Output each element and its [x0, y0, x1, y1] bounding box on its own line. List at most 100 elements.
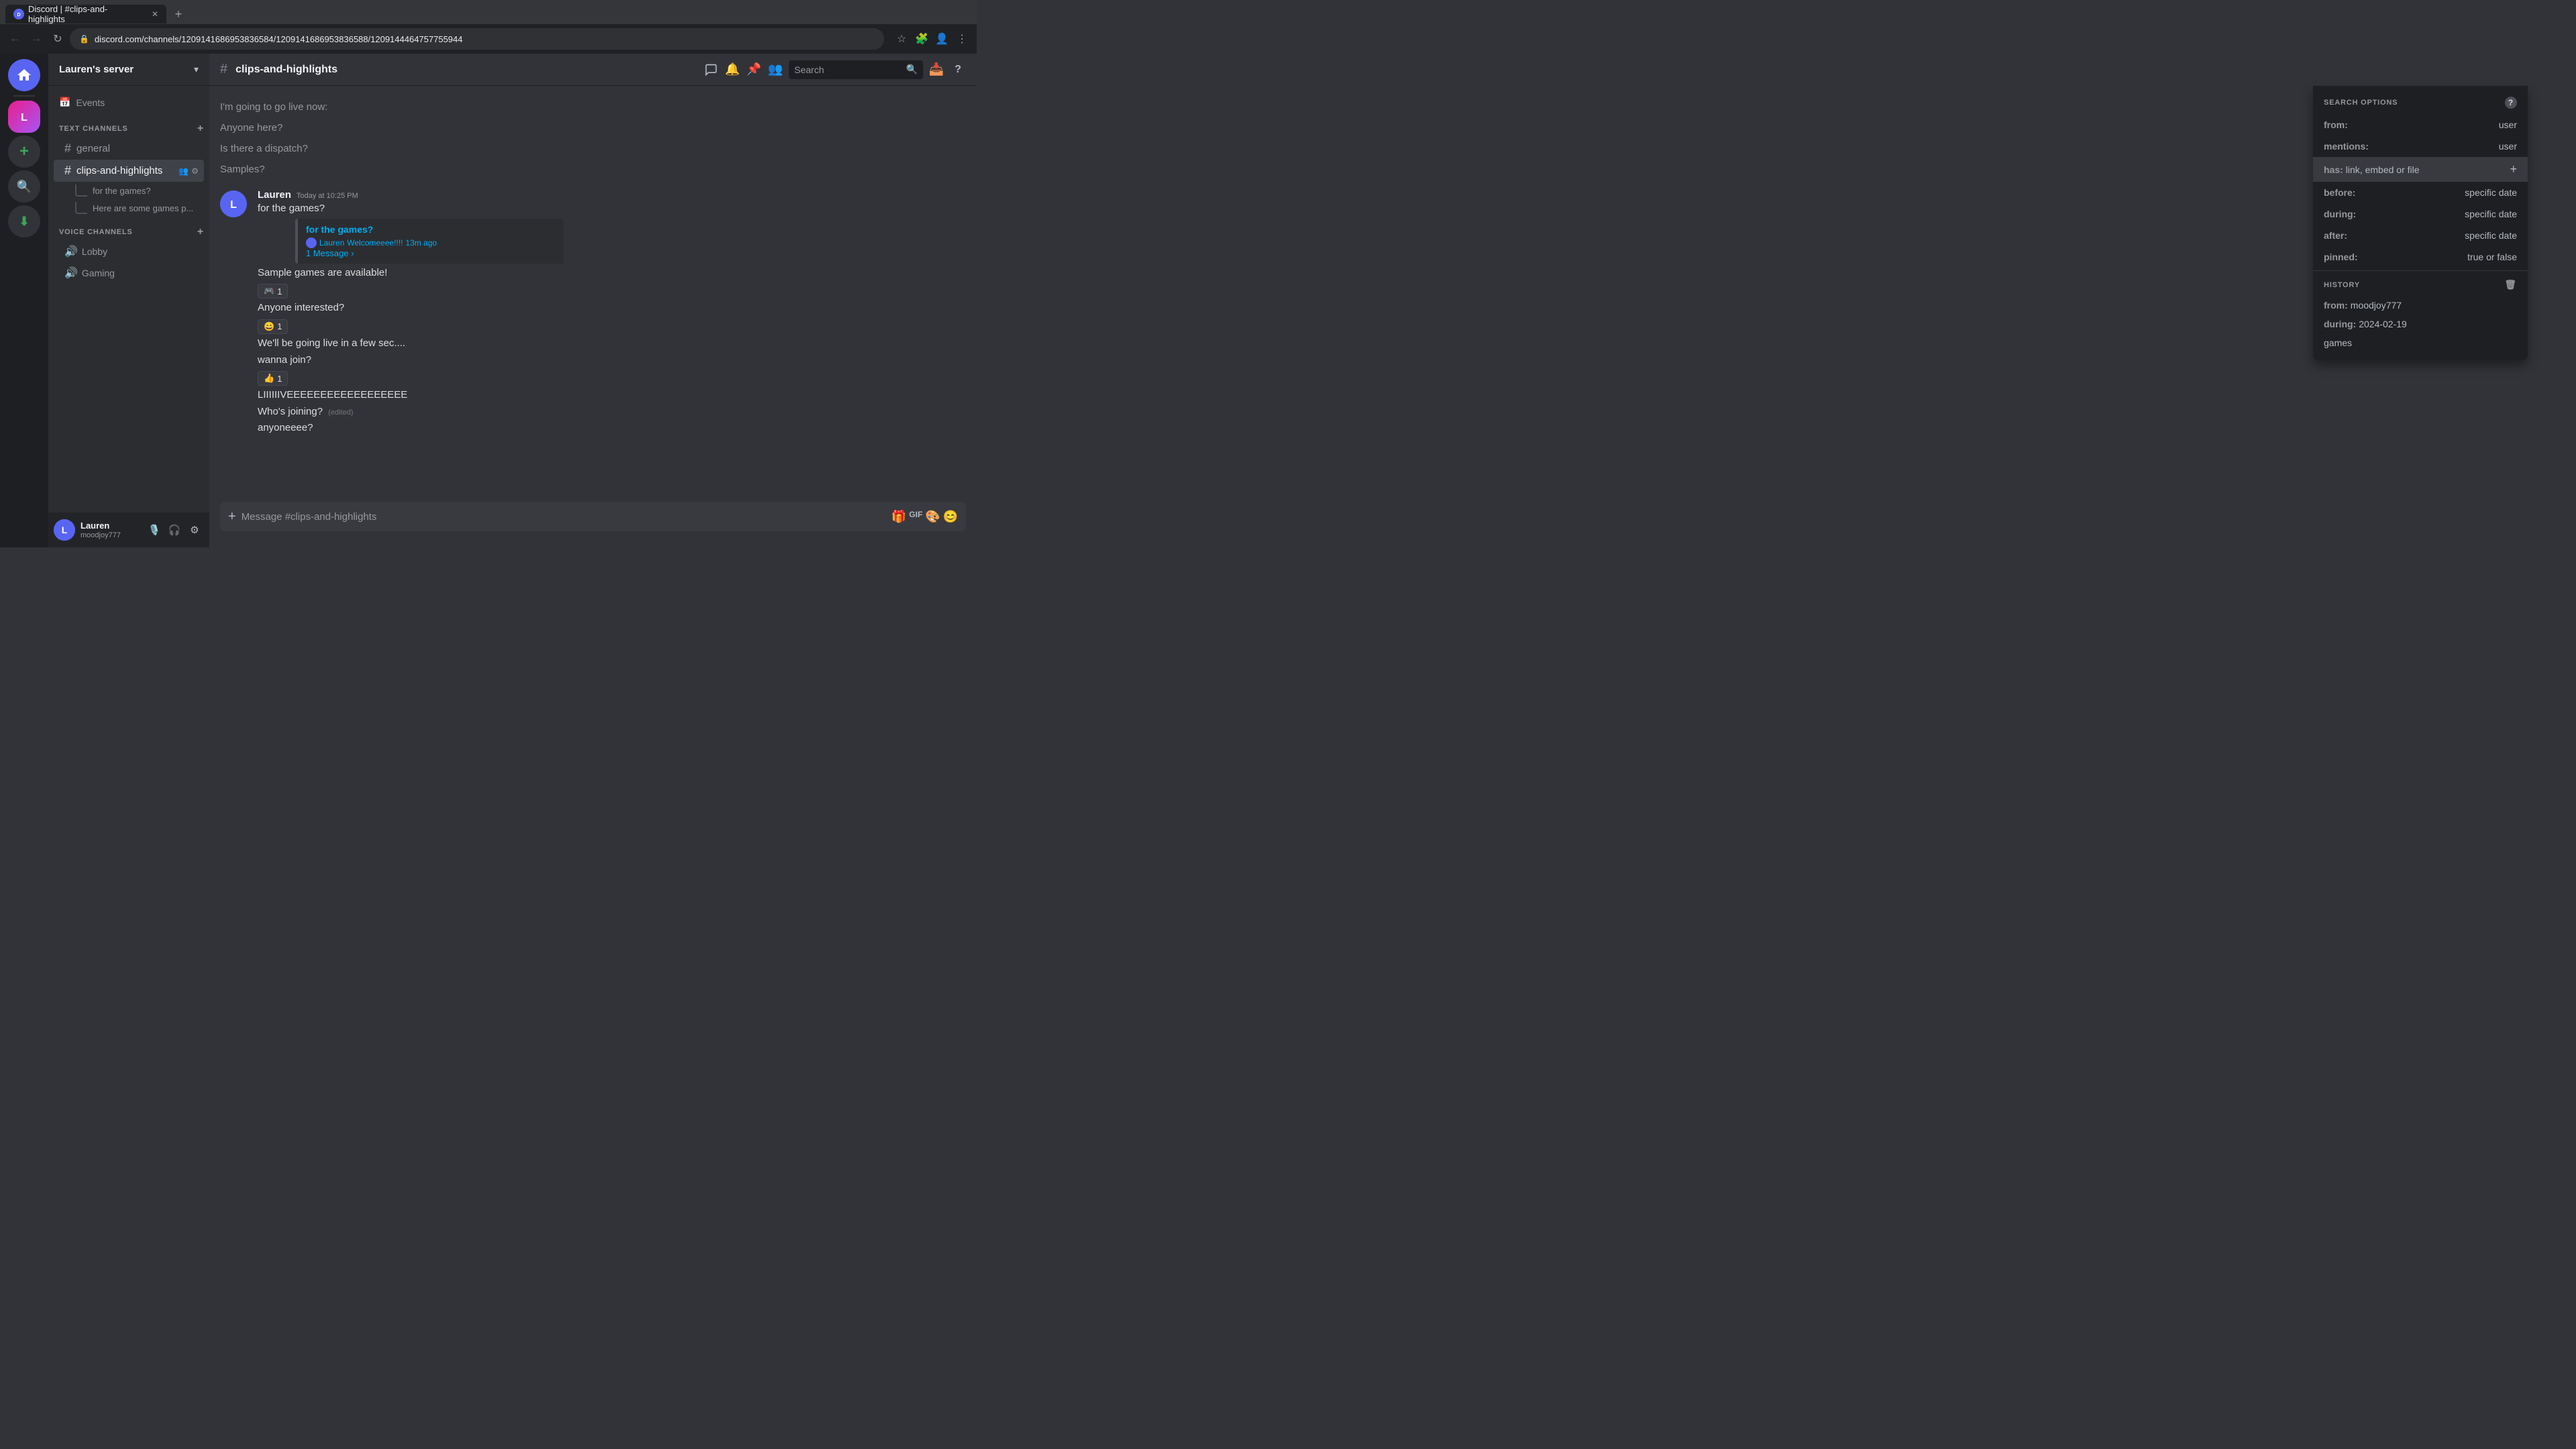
address-bar[interactable]: 🔒 discord.com/channels/12091416869538365… — [70, 28, 884, 50]
text-channels-label: TEXT CHANNELS — [59, 125, 128, 133]
channel-hash-icon: # — [220, 62, 227, 77]
svg-text:L: L — [62, 525, 68, 535]
back-button[interactable]: ← — [5, 30, 24, 48]
app: L + 🔍 ⬇ Lauren's server ▾ 📅 Events TEXT … — [0, 54, 977, 547]
emoji-button[interactable]: 😊 — [943, 510, 958, 524]
channel-icons: 👥 ⚙ — [178, 166, 199, 176]
reaction-thumbsup[interactable]: 👍 1 — [258, 371, 288, 386]
thread-embed: for the games? Lauren Welcomeeee!!!! 13m… — [295, 219, 564, 264]
text-channels-category[interactable]: TEXT CHANNELS + — [48, 113, 209, 138]
prev-message-3: Is there a dispatch? — [220, 138, 966, 159]
user-settings-button[interactable]: ⚙ — [185, 521, 204, 539]
browser-nav: ← → ↻ 🔒 discord.com/channels/12091416869… — [0, 24, 977, 54]
thread-name-1: for the games? — [93, 186, 151, 196]
members-button[interactable]: 👥 — [767, 62, 784, 78]
message-line-2: Sample games are available! — [258, 266, 966, 280]
message-line-4: We'll be going live in a few sec.... — [258, 337, 966, 351]
download-button[interactable]: ⬇ — [8, 205, 40, 237]
message-input: + 🎁 GIF 🎨 😊 — [220, 502, 966, 531]
server-header[interactable]: Lauren's server ▾ — [48, 54, 209, 86]
reaction-smile[interactable]: 😄 1 — [258, 319, 288, 334]
channel-clips-and-highlights[interactable]: # clips-and-highlights 👥 ⚙ — [54, 160, 204, 182]
add-attachment-button[interactable]: + — [228, 509, 236, 525]
pin-button[interactable]: 📌 — [746, 62, 762, 78]
server-list: L + 🔍 ⬇ — [0, 54, 48, 547]
add-server-button[interactable]: + — [8, 136, 40, 168]
thread-link[interactable]: Lauren Welcomeeee!!!! 13m ago — [306, 237, 555, 248]
thread-name-2: Here are some games p... — [93, 203, 193, 213]
input-actions: 🎁 GIF 🎨 😊 — [892, 510, 958, 524]
message-line-7: Who's joining? (edited) — [258, 405, 966, 419]
help-button[interactable]: ? — [950, 62, 966, 78]
gift-button[interactable]: 🎁 — [892, 510, 906, 524]
extensions-button[interactable]: 🧩 — [912, 30, 931, 48]
notifications-button[interactable]: 🔔 — [724, 62, 741, 78]
voice-channel-gaming[interactable]: 🔊 Gaming — [54, 262, 204, 284]
voice-channel-name-gaming: Gaming — [82, 268, 115, 278]
gif-button[interactable]: GIF — [909, 510, 922, 524]
svg-text:L: L — [21, 112, 28, 123]
main-area: # clips-and-highlights 🔔 📌 👥 🔍 📥 ? — [209, 54, 977, 547]
thread-title: for the games? — [306, 224, 555, 235]
channel-header-name: clips-and-highlights — [235, 64, 337, 76]
calendar-icon: 📅 — [59, 97, 70, 108]
reaction-count-2: 1 — [277, 321, 282, 331]
search-input[interactable] — [794, 64, 902, 75]
server-dropdown-icon: ▾ — [194, 64, 199, 75]
mute-button[interactable]: 🎙️ — [145, 521, 164, 539]
reaction-gamepad[interactable]: 🎮 1 — [258, 284, 288, 299]
message-line-1: for the games? — [258, 202, 966, 216]
deafen-button[interactable]: 🎧 — [165, 521, 184, 539]
tab-favicon: D — [13, 9, 24, 19]
thread-here-are-some-games[interactable]: Here are some games p... — [54, 199, 204, 217]
threads-button[interactable] — [703, 62, 719, 78]
inbox-button[interactable]: 📥 — [928, 62, 945, 78]
reload-button[interactable]: ↻ — [48, 30, 67, 48]
channel-sidebar: Lauren's server ▾ 📅 Events TEXT CHANNELS… — [48, 54, 209, 547]
add-voice-channel-button[interactable]: + — [197, 226, 204, 238]
members-icon: 👥 — [178, 166, 189, 176]
message-content: Lauren Today at 10:25 PM for the games? … — [258, 189, 966, 435]
add-text-channel-button[interactable]: + — [197, 123, 204, 135]
message-avatar: L — [220, 191, 247, 217]
channel-list: 📅 Events TEXT CHANNELS + # general # cli… — [48, 86, 209, 513]
reactions-1: 🎮 1 — [258, 282, 966, 299]
messages-area[interactable]: I'm going to go live now: Anyone here? I… — [209, 86, 977, 502]
svg-text:L: L — [230, 199, 237, 211]
user-display-name: Lauren — [80, 521, 140, 531]
user-tag: moodjoy777 — [80, 531, 140, 539]
prev-message-2: Anyone here? — [220, 117, 966, 138]
home-button[interactable] — [8, 59, 40, 91]
channel-general[interactable]: # general — [54, 138, 204, 160]
speaker-icon-2: 🔊 — [64, 266, 78, 280]
channel-header: # clips-and-highlights 🔔 📌 👥 🔍 📥 ? — [209, 54, 977, 86]
forward-button[interactable]: → — [27, 30, 46, 48]
hash-icon-active: # — [64, 164, 71, 178]
reactions-3: 👍 1 — [258, 370, 966, 386]
voice-channels-category[interactable]: VOICE CHANNELS + — [48, 217, 209, 241]
voice-channel-lobby[interactable]: 🔊 Lobby — [54, 241, 204, 262]
thread-message-link[interactable]: 1 Message › — [306, 248, 555, 258]
discover-button[interactable]: 🔍 — [8, 170, 40, 203]
search-bar[interactable]: 🔍 — [789, 60, 923, 79]
thread-reply-avatar — [306, 237, 317, 248]
profile-button[interactable]: 👤 — [932, 30, 951, 48]
events-item[interactable]: 📅 Events — [48, 91, 209, 113]
user-info: Lauren moodjoy777 — [80, 521, 140, 539]
server-icon-lauren[interactable]: L — [8, 101, 40, 133]
url-text: discord.com/channels/1209141686953836584… — [95, 34, 463, 44]
tab-close-button[interactable]: ✕ — [152, 9, 158, 19]
main-message-group: L Lauren Today at 10:25 PM for the games… — [209, 188, 977, 437]
new-tab-button[interactable]: + — [169, 5, 188, 23]
settings-icon[interactable]: ⚙ — [191, 166, 199, 176]
reaction-emoji-3: 👍 — [264, 373, 274, 384]
thread-for-the-games[interactable]: for the games? — [54, 182, 204, 199]
bookmark-button[interactable]: ☆ — [892, 30, 911, 48]
prev-messages-group: I'm going to go live now: Anyone here? I… — [209, 97, 977, 180]
message-text-input[interactable] — [241, 503, 886, 531]
more-button[interactable]: ⋮ — [953, 30, 971, 48]
active-tab[interactable]: D Discord | #clips-and-highlights ✕ — [5, 5, 166, 23]
tab-title: Discord | #clips-and-highlights — [28, 4, 144, 24]
sticker-button[interactable]: 🎨 — [925, 510, 940, 524]
events-label: Events — [76, 97, 105, 108]
